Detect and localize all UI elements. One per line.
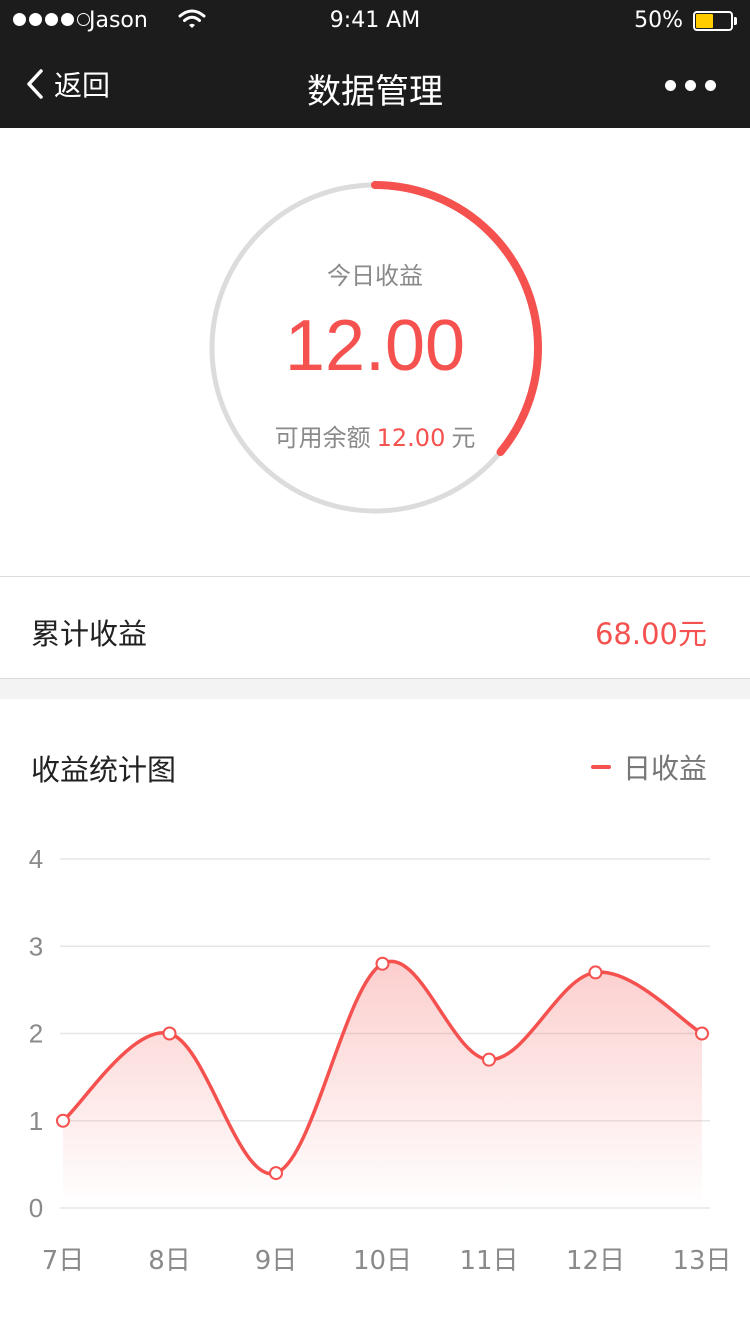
today-earnings-value: 12.00 [284,306,466,386]
section-gap [0,679,750,699]
y-tick-label: 2 [29,1019,43,1049]
cumulative-earnings-value: 68.00元 [594,617,707,651]
cumulative-earnings-label: 累计收益 [31,617,148,651]
data-point [482,1052,496,1067]
data-point [162,1026,177,1041]
data-point [269,1166,283,1181]
battery-percent: 50% [634,8,683,33]
y-tick-label: 0 [29,1193,43,1223]
x-tick-label: 7日 [42,1246,85,1276]
y-tick-label: 1 [29,1106,43,1136]
x-tick-label: 10日 [353,1246,412,1276]
more-dot-icon [705,80,716,91]
x-tick-label: 11日 [459,1246,518,1276]
navigation-bar: 返回 数据管理 [0,44,750,128]
series-area [63,961,702,1208]
earnings-chart-panel: 收益统计图 日收益 0 1 2 3 4 7日 8日 9日 10日 11日 12日 13日 [0,699,750,1334]
data-point [375,956,390,971]
x-tick-label: 9日 [255,1246,298,1276]
data-point [56,1113,70,1128]
available-balance-unit: 元 [451,424,476,452]
today-earnings-label: 今日收益 [327,262,423,290]
page-title: 数据管理 [307,72,443,112]
status-bar: Jason 9:41 AM 50% [0,0,750,44]
more-dot-icon [685,80,696,91]
today-earnings-panel: 今日收益 12.00 可用余额 12.00 元 [0,128,750,576]
more-dot-icon [665,80,676,91]
data-point [588,965,603,980]
top-bar: Jason 9:41 AM 50% 返回 数据管理 [0,0,750,128]
x-tick-label: 13日 [672,1246,731,1276]
cumulative-earnings-row: 累计收益 68.00元 [0,577,750,678]
battery-icon [693,11,738,31]
earnings-line-chart: 0 1 2 3 4 7日 8日 9日 10日 11日 12日 13日 [29,844,732,1276]
available-balance-label: 可用余额 [274,424,371,452]
x-tick-label: 8日 [148,1246,191,1276]
available-balance: 可用余额 12.00 元 [0,418,750,453]
more-menu-button[interactable] [665,80,716,91]
data-point [695,1026,709,1041]
x-tick-label: 12日 [566,1246,625,1276]
y-tick-label: 3 [29,931,43,961]
available-balance-value: 12.00 [376,424,446,452]
y-tick-label: 4 [29,844,43,874]
